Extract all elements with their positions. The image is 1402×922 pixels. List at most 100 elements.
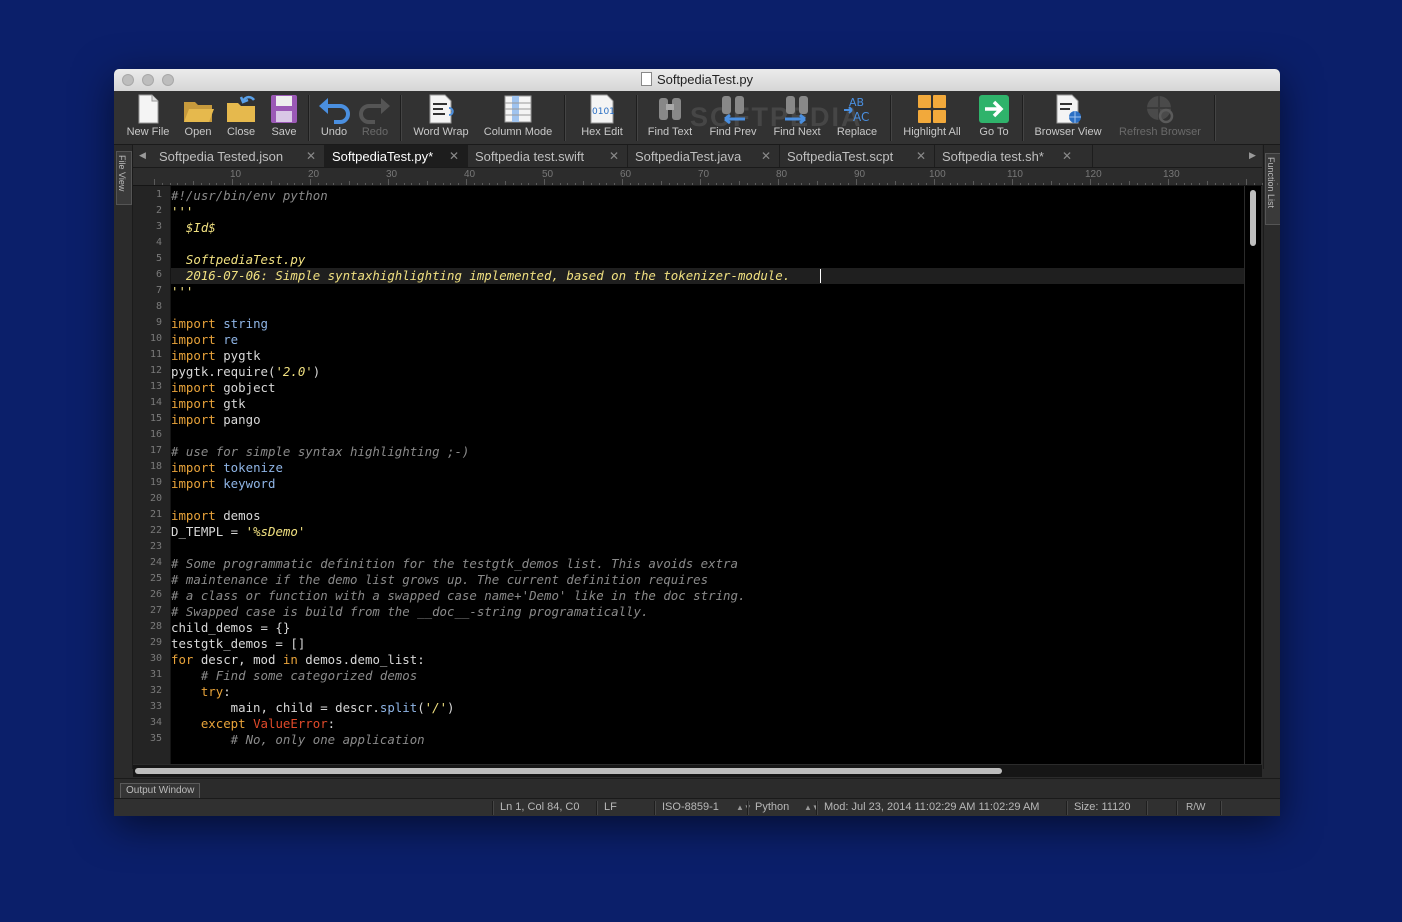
find-prev-button[interactable]: Find Prev bbox=[704, 94, 762, 144]
line-number: 4 bbox=[155, 237, 162, 248]
replace-button[interactable]: AB AC Replace bbox=[832, 94, 882, 144]
code-line: import pygtk bbox=[171, 348, 261, 364]
module-token: re bbox=[215, 332, 239, 347]
find-next-icon bbox=[785, 96, 808, 124]
undo-button[interactable]: Undo bbox=[314, 94, 354, 144]
find-next-button[interactable]: Find Next bbox=[768, 94, 826, 144]
redo-arrow-icon bbox=[359, 98, 390, 124]
toolbar-separator bbox=[564, 95, 566, 141]
code-line: # use for simple syntax highlighting ;-) bbox=[171, 444, 470, 459]
toolbar-separator bbox=[400, 95, 402, 141]
ruler-tick bbox=[676, 183, 678, 185]
horizontal-scroll-thumb[interactable] bbox=[135, 768, 1002, 774]
open-button[interactable]: Open bbox=[176, 94, 220, 144]
redo-button[interactable]: Redo bbox=[356, 94, 394, 144]
code-editor[interactable]: #!/usr/bin/env python ''' $Id$ Softpedia… bbox=[171, 186, 1244, 764]
vertical-scroll-thumb[interactable] bbox=[1250, 190, 1256, 246]
ruler-tick bbox=[770, 183, 772, 185]
new-file-button[interactable]: New File bbox=[122, 94, 174, 144]
tab-close-icon[interactable]: ✕ bbox=[916, 149, 926, 163]
ruler-tick bbox=[754, 183, 756, 185]
tab-softpediatest-py[interactable]: SoftpediaTest.py* ✕ bbox=[325, 145, 468, 167]
encoding-stepper-icon[interactable]: ▲▼ bbox=[736, 803, 752, 812]
ruler-tick bbox=[380, 183, 382, 185]
module-token: pygtk bbox=[215, 348, 261, 363]
code-token: D_TEMPL = bbox=[171, 524, 246, 539]
tab-softpediatest-scpt[interactable]: SoftpediaTest.scpt ✕ bbox=[780, 145, 935, 167]
ruler-tick bbox=[278, 183, 280, 185]
close-button[interactable]: Close bbox=[220, 94, 262, 144]
find-next-label: Find Next bbox=[773, 126, 821, 138]
line-number: 24 bbox=[149, 557, 162, 568]
ruler-tick bbox=[856, 179, 857, 185]
tab-close-icon[interactable]: ✕ bbox=[449, 149, 459, 163]
function-list-panel: Function List bbox=[1263, 145, 1280, 769]
ruler-tick bbox=[910, 183, 912, 185]
line-number: 21 bbox=[149, 509, 162, 520]
ruler-tick bbox=[193, 181, 194, 185]
ruler-label: 120 bbox=[1085, 169, 1102, 180]
ruler-tick bbox=[723, 183, 725, 185]
code-line: import demos bbox=[171, 508, 261, 524]
ruler-tick bbox=[1238, 183, 1240, 185]
document-icon bbox=[640, 72, 652, 86]
status-encoding[interactable]: ISO-8859-1 bbox=[662, 801, 719, 813]
ruler-tick bbox=[520, 183, 522, 185]
go-to-button[interactable]: Go To bbox=[972, 94, 1016, 144]
line-number: 33 bbox=[149, 701, 162, 712]
refresh-browser-label: Refresh Browser bbox=[1119, 126, 1201, 138]
ruler-tick bbox=[762, 183, 764, 185]
tab-softpedia-test-swift[interactable]: Softpedia test.swift ✕ bbox=[468, 145, 628, 167]
status-line-ending[interactable]: LF bbox=[604, 801, 617, 813]
line-number: 29 bbox=[149, 637, 162, 648]
status-language[interactable]: Python bbox=[755, 801, 789, 813]
column-ruler: 10 20 30 40 50 60 70 80 90 100 110 120 1… bbox=[133, 168, 1279, 186]
find-text-button[interactable]: Find Text bbox=[644, 94, 696, 144]
tab-close-icon[interactable]: ✕ bbox=[761, 149, 771, 163]
status-read-write-mode[interactable]: R/W bbox=[1186, 802, 1205, 813]
keyword-token: import bbox=[171, 316, 216, 331]
ruler-label: 110 bbox=[1007, 169, 1023, 180]
tab-close-icon[interactable]: ✕ bbox=[1062, 149, 1072, 163]
code-line: # Some programmatic definition for the t… bbox=[171, 556, 738, 571]
code-line: ''' bbox=[171, 204, 194, 219]
ruler-tick bbox=[863, 183, 865, 185]
browser-view-button[interactable]: Browser View bbox=[1030, 94, 1106, 144]
word-wrap-label: Word Wrap bbox=[413, 126, 469, 138]
horizontal-scrollbar[interactable] bbox=[133, 765, 1262, 777]
code-token: ) bbox=[447, 700, 455, 715]
word-wrap-button[interactable]: Word Wrap bbox=[408, 94, 474, 144]
code-line: import keyword bbox=[171, 476, 275, 492]
code-line: $Id$ bbox=[171, 220, 216, 235]
tab-scroll-left-icon[interactable]: ◀ bbox=[139, 150, 146, 161]
refresh-browser-button[interactable]: Refresh Browser bbox=[1114, 94, 1206, 144]
refresh-globe-icon bbox=[1147, 96, 1174, 124]
text-caret bbox=[820, 269, 821, 283]
ruler-tick bbox=[442, 183, 444, 185]
tab-softpediatest-java[interactable]: SoftpediaTest.java ✕ bbox=[628, 145, 780, 167]
tab-close-icon[interactable]: ✕ bbox=[609, 149, 619, 163]
hex-edit-button[interactable]: 0101 Hex Edit bbox=[574, 94, 630, 144]
save-button[interactable]: Save bbox=[264, 94, 304, 144]
module-token: tokenize bbox=[215, 460, 283, 475]
file-view-tab[interactable]: File View bbox=[116, 151, 132, 205]
ruler-tick bbox=[1144, 183, 1146, 185]
ruler-tick bbox=[232, 179, 233, 185]
tab-softpedia-tested-json[interactable]: Softpedia Tested.json ✕ bbox=[152, 145, 325, 167]
tab-softpedia-test-sh[interactable]: Softpedia test.sh* ✕ bbox=[935, 145, 1093, 167]
ruler-tick bbox=[317, 183, 319, 185]
file-view-label: File View bbox=[117, 155, 127, 192]
code-line: import pango bbox=[171, 412, 261, 428]
output-bar: Output Window bbox=[114, 778, 1280, 800]
tab-close-icon[interactable]: ✕ bbox=[306, 149, 316, 163]
function-list-tab[interactable]: Function List bbox=[1265, 153, 1280, 225]
vertical-scrollbar[interactable] bbox=[1245, 186, 1261, 764]
column-mode-button[interactable]: Column Mode bbox=[480, 94, 556, 144]
ruler-tick bbox=[1277, 183, 1279, 185]
ruler-tick bbox=[583, 181, 584, 185]
tab-scroll-right-icon[interactable]: ▶ bbox=[1249, 150, 1256, 161]
ruler-tick bbox=[902, 183, 904, 185]
highlight-all-button[interactable]: Highlight All bbox=[898, 94, 966, 144]
ruler-tick bbox=[622, 179, 623, 185]
line-number: 34 bbox=[149, 717, 162, 728]
